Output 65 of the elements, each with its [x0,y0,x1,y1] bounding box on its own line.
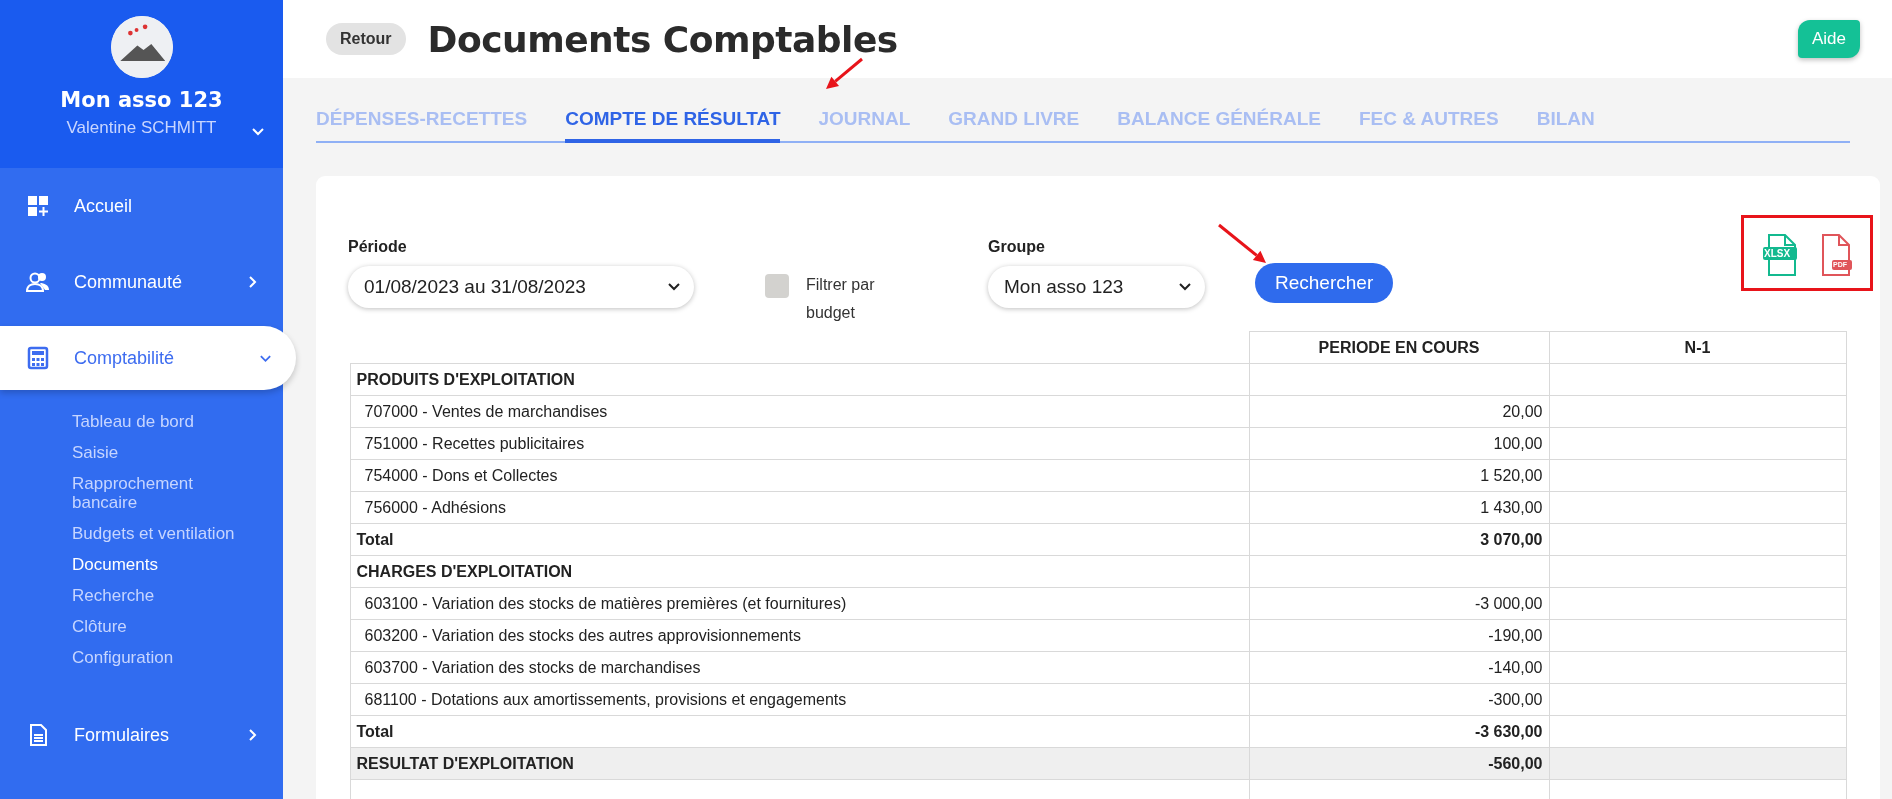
field-label: Groupe [988,238,1046,256]
checkbox-label: Filtrer par budget [806,275,876,323]
table-cell: 603100 - Variation des stocks de matières premières (et fournitures) [350,587,1249,620]
sidebar-item[interactable]: Communauté [0,250,283,314]
help-button[interactable]: Aide [1797,20,1860,58]
table-cell: Total [350,523,1249,556]
table-cell: 3 070,00 [1249,523,1549,556]
table-cell: -3 630,00 [1249,715,1549,748]
tab[interactable]: GRAND LIVRE [948,100,1080,143]
table-cell: Total [350,715,1249,748]
table-cell: -300,00 [1249,683,1549,716]
sidebar-item[interactable]: Comptabilité [0,326,296,390]
sidebar-item[interactable]: Formulaires [0,703,283,767]
avatar-image [110,16,173,78]
submenu-item[interactable]: Documents [72,549,262,580]
table-cell: -140,00 [1249,651,1549,684]
submenu-item[interactable]: Configuration [72,642,262,673]
table-cell: -190,00 [1249,619,1549,652]
period-dropdown[interactable]: 01/08/2023 au 31/08/2023 [348,266,694,308]
arrow-annotation [1217,223,1268,265]
table-cell: -3 000,00 [1249,587,1549,620]
group-dropdown[interactable]: Mon asso 123 [988,266,1205,308]
table-cell: 756000 - Adhésions [350,491,1249,524]
tab[interactable]: JOURNAL [818,100,911,143]
field-label: Période [348,238,408,256]
column-header: N-1 [1549,331,1846,364]
tab[interactable]: COMPTE DE RÉSULTAT [565,100,781,143]
arrow-annotation [824,57,864,91]
sidebar-item[interactable]: Accueil [0,174,283,238]
table-cell: 681100 - Dotations aux amortissements, provisions et engagements [350,683,1249,716]
submenu-item[interactable]: Clôture [72,611,262,642]
table-cell: PRODUITS D'EXPLOITATION [350,363,1249,396]
table-cell: 100,00 [1249,427,1549,460]
user-name: Valentine SCHMITT [66,118,217,138]
table-cell: -560,00 [1249,747,1549,780]
tab[interactable]: BALANCE GÉNÉRALE [1117,100,1321,143]
organization-name: Mon asso 123 [60,88,223,112]
submenu-item[interactable]: Budgets et ventilation [72,518,262,549]
submenu-item[interactable]: Rapprochement bancaire [72,468,262,518]
search-button[interactable]: Rechercher [1255,263,1394,303]
column-header: PERIODE EN COURS [1249,331,1549,364]
table-cell: 603700 - Variation des stocks de marchandises [350,651,1249,684]
grid-icon [26,194,50,218]
table-cell: 1 520,00 [1249,459,1549,492]
checkbox[interactable] [765,274,789,298]
table-cell: 603200 - Variation des stocks des autres approvisionnements [350,619,1249,652]
caret-icon [668,281,680,293]
table-cell: 754000 - Dons et Collectes [350,459,1249,492]
tab[interactable]: DÉPENSES-RECETTES [316,100,528,143]
people-icon [26,270,50,294]
submenu-item[interactable]: Saisie [72,437,262,468]
back-button[interactable]: Retour [326,23,406,55]
page-title: Documents Comptables [427,18,899,60]
table-cell: RESULTAT D'EXPLOITATION [350,747,1249,780]
table-cell: 751000 - Recettes publicitaires [350,427,1249,460]
calculator-icon [26,346,50,370]
table-cell: 707000 - Ventes de marchandises [350,395,1249,428]
submenu-item[interactable]: Recherche [72,580,262,611]
table-cell: CHARGES D'EXPLOITATION [350,555,1249,588]
submenu-item[interactable]: Tableau de bord [72,406,262,437]
table-cell: 20,00 [1249,395,1549,428]
caret-icon [1179,281,1191,293]
tab[interactable]: FEC & AUTRES [1358,100,1499,143]
table-cell: 1 430,00 [1249,491,1549,524]
tab[interactable]: BILAN [1536,100,1595,143]
